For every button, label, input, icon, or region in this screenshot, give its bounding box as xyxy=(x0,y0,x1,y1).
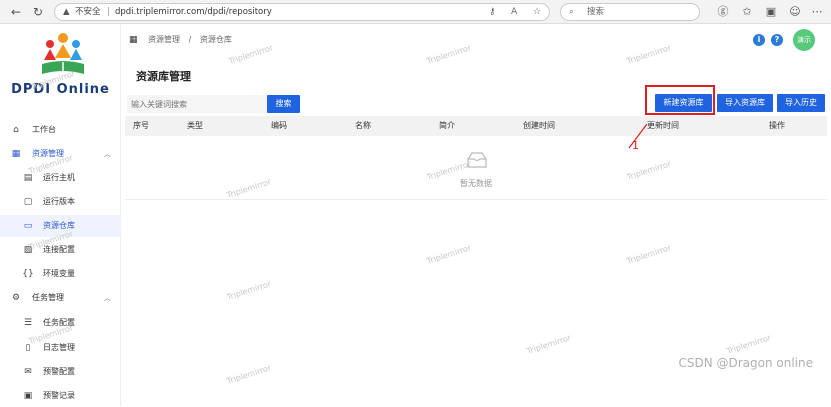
column-header: 创建时间 xyxy=(523,121,555,130)
menu-item-host[interactable]: ▤ 运行主机 xyxy=(0,167,121,189)
grid-icon: ▦ xyxy=(11,149,21,159)
browser-toolbar: ← ↻ ▲ 不安全 | dpdi.triplemirror.com/dpdi/r… xyxy=(0,0,831,24)
import-repository-button[interactable]: 导入资源库 xyxy=(717,94,773,112)
gear-icon: ⚙ xyxy=(11,293,21,303)
table-header: 序号 类型 编码 名称 简介 创建时间 更新时间 操作 xyxy=(125,116,827,136)
braces-icon: {} xyxy=(22,269,34,279)
annotation-highlight xyxy=(645,85,715,115)
translate-icon[interactable]: ꓮ xyxy=(511,4,517,20)
collections-icon[interactable]: ▣ xyxy=(764,4,778,20)
menu-item-alert-config[interactable]: ✉ 预警配置 xyxy=(0,361,121,383)
reload-icon[interactable]: ↻ xyxy=(30,4,46,20)
column-header: 序号 xyxy=(133,121,149,130)
column-header: 简介 xyxy=(439,121,455,130)
annotation-number: 1 xyxy=(632,139,639,152)
empty-text: 暂无数据 xyxy=(460,179,492,188)
star-icon[interactable]: ☆ xyxy=(533,4,541,20)
menu-item-connection[interactable]: ▧ 连接配置 xyxy=(0,239,121,261)
credit-text: CSDN @Dragon online xyxy=(678,356,813,370)
main-content: ▦ 资源管理 / 资源仓库 i ? 演示 资源库管理 搜索 新建资源库 导入资源… xyxy=(121,24,831,406)
breadcrumb: ▦ 资源管理 / 资源仓库 xyxy=(129,35,232,45)
version-icon: ▢ xyxy=(23,197,33,207)
repository-icon: ▭ xyxy=(23,221,33,231)
import-history-button[interactable]: 导入历史 xyxy=(777,94,825,112)
search-button[interactable]: 搜索 xyxy=(267,95,300,113)
url-text[interactable]: dpdi.triplemirror.com/dpdi/repository xyxy=(115,4,272,20)
column-header: 编码 xyxy=(271,121,287,130)
menu-item-version[interactable]: ▢ 运行版本 xyxy=(0,191,121,213)
menu-item-workbench[interactable]: ⌂ 工作台 xyxy=(0,119,121,141)
address-bar[interactable]: ▲ 不安全 | dpdi.triplemirror.com/dpdi/repos… xyxy=(54,3,550,21)
logo-text: DPDI Online xyxy=(11,82,110,97)
breadcrumb-level2: 资源仓库 xyxy=(199,35,232,44)
profile-icon[interactable]: ☺ xyxy=(788,4,802,20)
more-icon[interactable]: ⋯ xyxy=(810,4,824,20)
record-icon: ▣ xyxy=(23,391,33,401)
search-icon: ⌕ xyxy=(569,7,574,17)
page-title: 资源库管理 xyxy=(136,70,191,83)
menu-item-log[interactable]: ▯ 日志管理 xyxy=(0,337,121,359)
breadcrumb-level1[interactable]: 资源管理 xyxy=(148,35,180,44)
warning-icon: ▲ xyxy=(63,7,70,17)
chevron-up-icon: ︿ xyxy=(104,294,111,302)
home-icon: ⌂ xyxy=(13,125,19,135)
back-icon[interactable]: ← xyxy=(8,4,24,20)
chevron-up-icon: ︿ xyxy=(104,150,111,158)
mail-icon: ✉ xyxy=(24,367,32,377)
grid-icon[interactable]: ▦ xyxy=(129,35,138,45)
extension-icon[interactable]: ⓖ xyxy=(716,4,730,20)
avatar[interactable]: 演示 xyxy=(793,29,815,51)
browser-search[interactable]: ⌕ 搜索 xyxy=(560,3,700,21)
insecure-label: 不安全 xyxy=(75,7,101,17)
search-input[interactable] xyxy=(127,95,267,113)
menu-group-task[interactable]: ⚙ 任务管理 ︿ xyxy=(0,287,121,309)
column-header: 名称 xyxy=(355,121,371,130)
menu-item-env[interactable]: {} 环境变量 xyxy=(0,263,121,285)
column-header: 更新时间 xyxy=(647,121,679,130)
column-header: 操作 xyxy=(769,121,785,130)
info-icon[interactable]: i xyxy=(753,34,765,46)
menu-item-alert-record[interactable]: ▣ 预警记录 xyxy=(0,385,121,407)
column-header: 类型 xyxy=(187,121,203,130)
list-icon: ☰ xyxy=(23,318,33,328)
favorites-icon[interactable]: ✩ xyxy=(740,4,754,20)
help-icon[interactable]: ? xyxy=(771,34,783,46)
key-icon[interactable]: ⚷ xyxy=(489,4,496,20)
